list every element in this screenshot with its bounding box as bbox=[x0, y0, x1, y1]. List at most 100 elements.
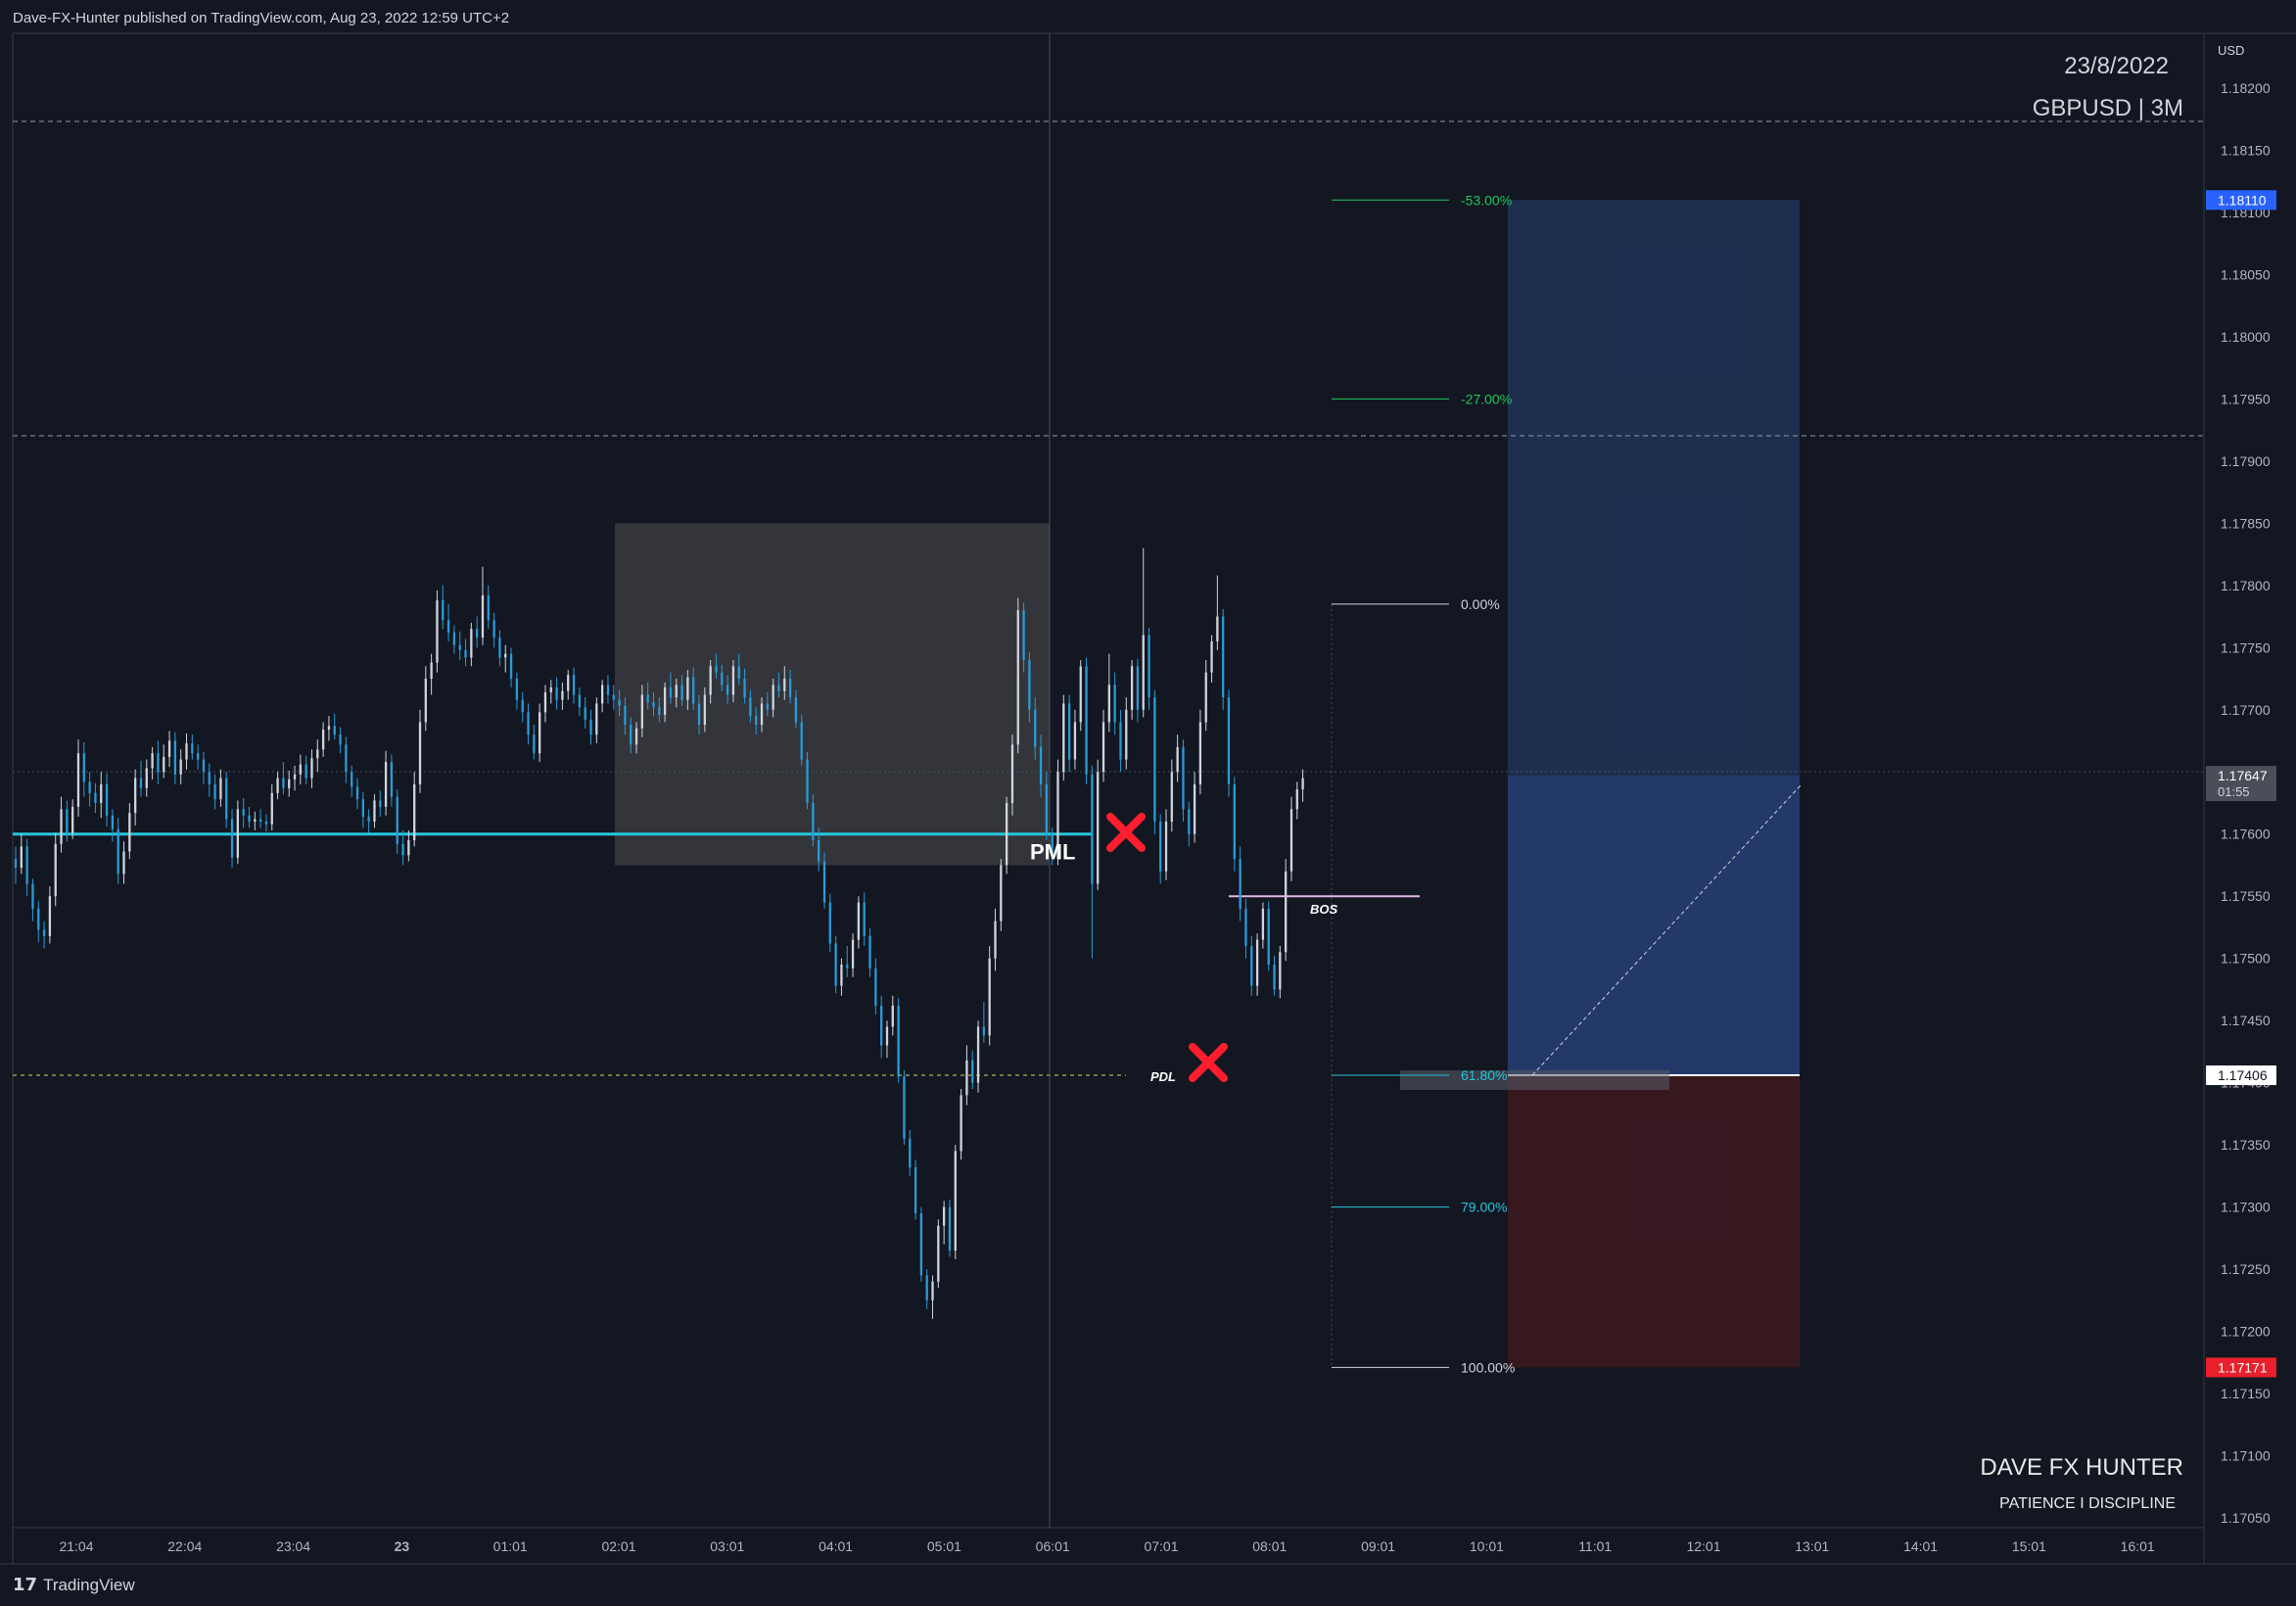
candle-body bbox=[1210, 640, 1213, 673]
candle[interactable] bbox=[1079, 660, 1082, 732]
price-badge-label: 1.17406 bbox=[2218, 1067, 2268, 1083]
candle[interactable] bbox=[903, 1069, 906, 1146]
candle-body bbox=[134, 778, 137, 814]
candle[interactable] bbox=[1062, 694, 1065, 781]
candle-body bbox=[1113, 685, 1116, 723]
candle-body bbox=[316, 749, 319, 759]
candle[interactable] bbox=[937, 1219, 940, 1289]
candle-body bbox=[515, 679, 519, 700]
candle-body bbox=[982, 1026, 986, 1036]
price-tick: 1.17500 bbox=[2221, 951, 2271, 967]
candle[interactable] bbox=[954, 1145, 957, 1259]
candle-body bbox=[1136, 666, 1140, 710]
candle-body bbox=[555, 686, 558, 700]
candle[interactable] bbox=[897, 998, 900, 1083]
candle-body bbox=[270, 792, 273, 825]
time-tick: 10:01 bbox=[1470, 1538, 1504, 1554]
price-badge[interactable]: 1.17171 bbox=[2206, 1357, 2276, 1378]
candle-body bbox=[937, 1225, 940, 1282]
candle-body bbox=[663, 686, 667, 715]
candle[interactable] bbox=[1233, 777, 1236, 872]
candle[interactable] bbox=[1222, 608, 1225, 710]
price-tick: 1.17950 bbox=[2221, 391, 2271, 406]
candle[interactable] bbox=[948, 1199, 952, 1257]
price-tick: 1.18150 bbox=[2221, 142, 2271, 158]
candle[interactable] bbox=[976, 1020, 980, 1093]
candle-body bbox=[185, 743, 188, 760]
candle[interactable] bbox=[1227, 689, 1231, 797]
candle-body bbox=[686, 677, 689, 700]
candle-body bbox=[396, 796, 398, 844]
candle[interactable] bbox=[800, 714, 803, 766]
candle[interactable] bbox=[1285, 859, 1288, 962]
candle[interactable] bbox=[1289, 796, 1293, 881]
candle[interactable] bbox=[1016, 597, 1019, 754]
price-tick: 1.17750 bbox=[2221, 639, 2271, 655]
candle-body bbox=[595, 703, 598, 735]
candle[interactable] bbox=[988, 946, 991, 1046]
candle-body bbox=[863, 902, 866, 936]
candle[interactable] bbox=[436, 590, 439, 673]
candle[interactable] bbox=[1198, 709, 1202, 795]
candle-body bbox=[680, 685, 683, 700]
candle-body bbox=[533, 734, 536, 754]
candle-body bbox=[834, 943, 837, 986]
stop-zone[interactable] bbox=[1508, 1075, 1800, 1368]
candle[interactable] bbox=[834, 935, 837, 994]
candle[interactable] bbox=[1097, 759, 1100, 890]
price-badge[interactable]: 1.18110 bbox=[2206, 190, 2276, 211]
candle-body bbox=[794, 697, 798, 723]
price-badge[interactable]: 1.1764701:55 bbox=[2206, 766, 2276, 802]
candle[interactable] bbox=[418, 709, 422, 793]
candle[interactable] bbox=[806, 751, 809, 810]
candle-body bbox=[1130, 666, 1134, 710]
candle-body bbox=[42, 929, 46, 936]
candle-body bbox=[634, 728, 638, 745]
candle[interactable] bbox=[919, 1206, 923, 1282]
candle[interactable] bbox=[1000, 859, 1003, 931]
candle[interactable] bbox=[1153, 689, 1156, 834]
price-tick: 1.17850 bbox=[2221, 515, 2271, 531]
price-tick: 1.17200 bbox=[2221, 1324, 2271, 1340]
candle-body bbox=[76, 753, 80, 807]
time-tick: 21:04 bbox=[59, 1538, 93, 1554]
candle-body bbox=[384, 762, 388, 807]
candle[interactable] bbox=[914, 1159, 917, 1220]
candle-body bbox=[122, 851, 125, 874]
candle-body bbox=[755, 716, 758, 726]
candle-body bbox=[470, 629, 473, 658]
plot-area[interactable] bbox=[13, 33, 2204, 1528]
candle-body bbox=[925, 1275, 928, 1300]
candle-body bbox=[254, 819, 257, 823]
candle-body bbox=[379, 800, 382, 807]
price-tick: 1.17800 bbox=[2221, 578, 2271, 593]
tradingview-logo[interactable]: 𝟭𝟳 TradingView bbox=[13, 1575, 135, 1595]
candle-body bbox=[624, 705, 627, 726]
candle[interactable] bbox=[828, 893, 831, 953]
candle-body bbox=[1142, 635, 1145, 710]
candle-body bbox=[567, 675, 570, 691]
candle[interactable] bbox=[1005, 796, 1008, 874]
bos-label: BOS bbox=[1310, 902, 1338, 917]
candle[interactable] bbox=[1267, 901, 1270, 971]
candle-body bbox=[191, 743, 194, 754]
candle[interactable] bbox=[236, 800, 240, 865]
candle-body bbox=[476, 629, 479, 638]
candle-body bbox=[783, 679, 786, 691]
candle-body bbox=[840, 965, 843, 986]
candle-body bbox=[492, 620, 495, 638]
candle[interactable] bbox=[1085, 657, 1088, 784]
time-tick: 03:01 bbox=[710, 1538, 744, 1554]
candle[interactable] bbox=[960, 1089, 962, 1160]
candle-body bbox=[351, 772, 353, 787]
candle-body bbox=[788, 679, 792, 698]
candle-body bbox=[539, 712, 541, 754]
candlestick-chart[interactable]: -53.00% -27.00% 0.00% 61.80% 79.00% 100.00% P… bbox=[0, 0, 2296, 1606]
candle-body bbox=[658, 707, 661, 715]
price-badge[interactable]: 1.17406 bbox=[2206, 1065, 2276, 1086]
asian-range-box[interactable] bbox=[615, 523, 1050, 866]
candle-body bbox=[139, 778, 143, 788]
candle-body bbox=[25, 846, 28, 884]
candle-body bbox=[1164, 822, 1168, 872]
candle[interactable] bbox=[539, 703, 541, 763]
